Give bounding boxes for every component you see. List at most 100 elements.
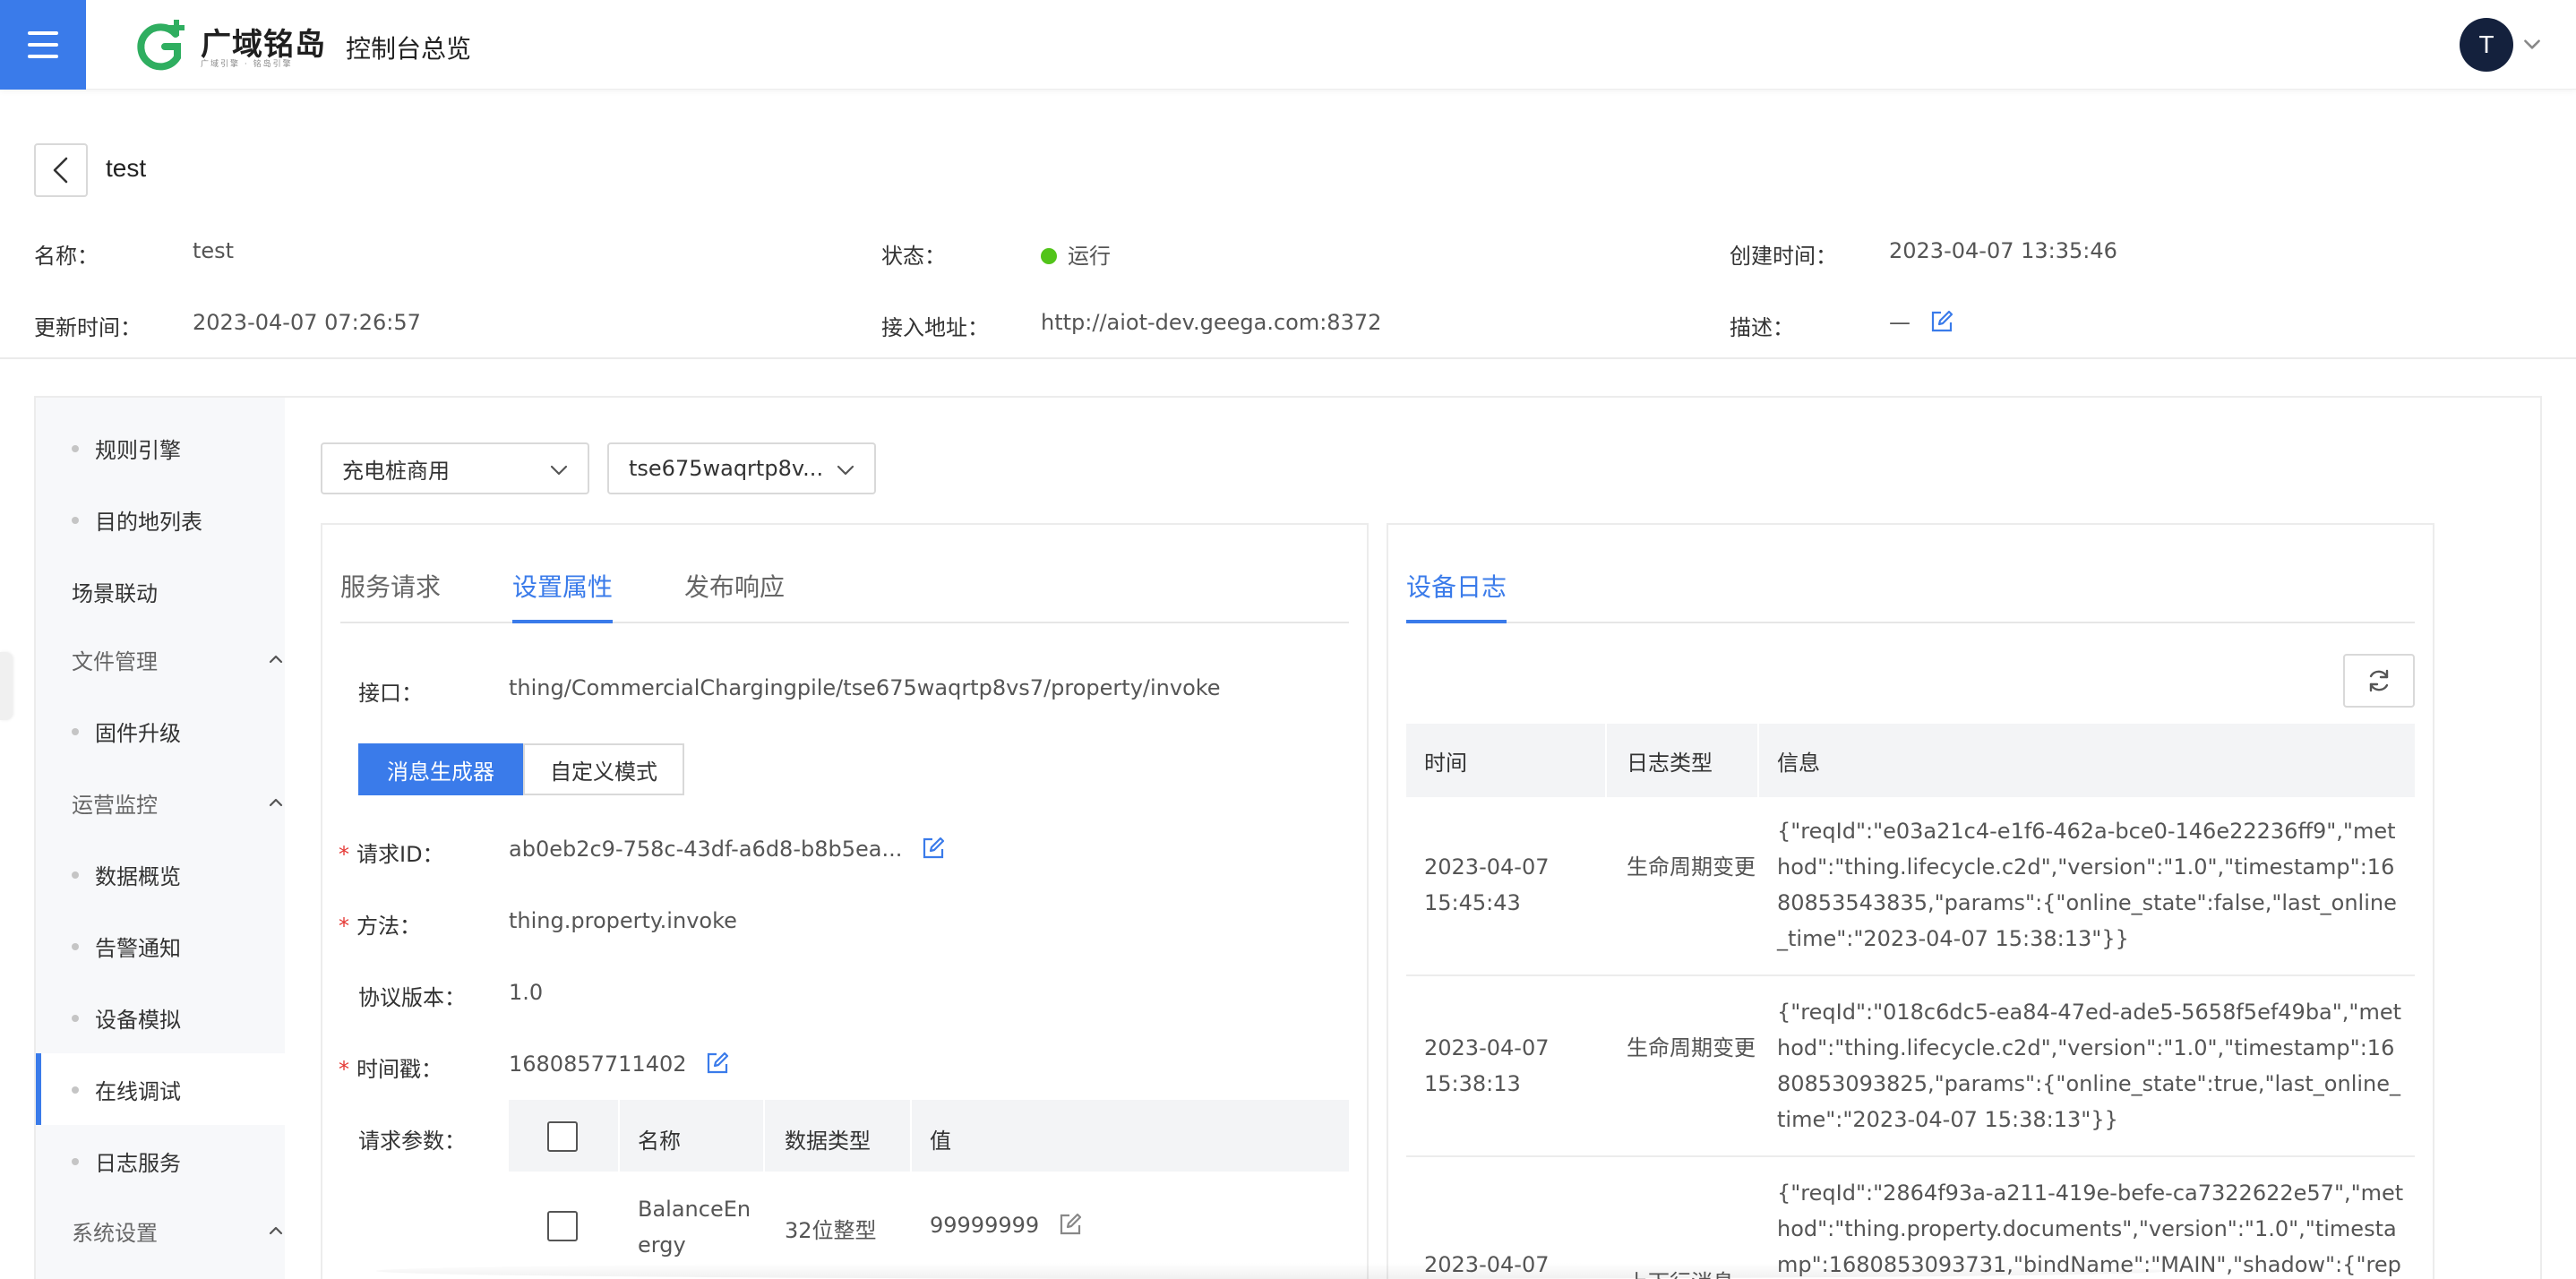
sidebar-collapse-handle[interactable] [0, 652, 13, 720]
refresh-button[interactable] [2343, 654, 2415, 708]
sidebar-item-rule-engine[interactable]: 规则引擎 [36, 412, 285, 484]
request-id-field: ab0eb2c9-758c-43df-a6d8-b8b5ea... [509, 837, 945, 862]
request-id-label: * 请求ID： [339, 837, 444, 868]
params-col-type: 数据类型 [785, 1129, 871, 1154]
row-divider [1406, 1155, 2415, 1157]
sidebar-item-label: 规则引擎 [95, 437, 181, 463]
tab-service-request[interactable]: 服务请求 [340, 568, 441, 604]
brand-logo[interactable]: 广域铭岛 广域引擎 · 铭岛引擎 [133, 18, 326, 72]
chevron-down-icon [550, 465, 568, 476]
timestamp-value: 1680857711402 [509, 1052, 687, 1077]
tab-set-property[interactable]: 设置属性 [512, 568, 613, 604]
hamburger-line [28, 43, 58, 47]
arrow-left-icon [53, 157, 68, 184]
row-checkbox[interactable] [547, 1211, 578, 1241]
sidebar-group-label: 运营监控 [72, 792, 158, 818]
brand-tagline: 广域引擎 · 铭岛引擎 [201, 60, 293, 69]
sidebar-group-ops-monitoring[interactable]: 运营监控 [36, 767, 285, 838]
method-value: thing.property.invoke [509, 908, 737, 933]
sidebar-item-device-simulation[interactable]: 设备模拟 [36, 982, 285, 1053]
device-select[interactable]: tse675waqrtp8v... [607, 442, 876, 494]
product-select-value: 充电桩商用 [342, 458, 450, 484]
back-button[interactable] [34, 143, 88, 197]
menu-toggle-button[interactable] [0, 0, 86, 90]
created-time-value: 2023-04-07 13:35:46 [1889, 238, 2117, 263]
console-title[interactable]: 控制台总览 [346, 30, 471, 65]
refresh-icon [2369, 669, 2389, 692]
required-marker: * [339, 842, 349, 867]
chevron-up-icon [269, 798, 283, 807]
sidebar-item-alarm-notification[interactable]: 告警通知 [36, 910, 285, 982]
sidebar-item-log-service[interactable]: 日志服务 [36, 1125, 285, 1197]
sidebar-item-online-debug[interactable]: 在线调试 [36, 1053, 285, 1125]
param-name: BalanceEnergy [638, 1197, 751, 1258]
created-time-label: 创建时间： [1730, 244, 1837, 269]
tab-publish-response[interactable]: 发布响应 [684, 568, 785, 604]
message-generator-button[interactable]: 消息生成器 [358, 743, 523, 795]
tabs-baseline [340, 622, 1349, 623]
column-separator [1605, 724, 1607, 797]
sidebar-group-system-settings[interactable]: 系统设置 [36, 1195, 285, 1266]
chevron-down-icon[interactable] [2520, 32, 2544, 56]
chevron-up-icon [269, 1226, 283, 1235]
custom-mode-button[interactable]: 自定义模式 [523, 743, 684, 795]
page-title: test [106, 154, 147, 182]
timestamp-field: 1680857711402 [509, 1052, 729, 1077]
address-value: http://aiot-dev.geega.com:8372 [1041, 310, 1382, 335]
select-all-checkbox[interactable] [547, 1121, 578, 1152]
sidebar-group-label: 系统设置 [72, 1220, 158, 1246]
params-col-name: 名称 [638, 1129, 681, 1154]
edit-icon[interactable] [922, 837, 945, 860]
header-divider [0, 357, 2576, 359]
avatar[interactable]: T [2460, 18, 2513, 72]
status-label: 状态： [881, 244, 946, 269]
method-label-text: 方法： [356, 914, 421, 939]
log-col-info: 信息 [1777, 751, 1820, 776]
sidebar-item-label: 目的地列表 [95, 509, 202, 535]
sidebar-item-label: 告警通知 [95, 935, 181, 961]
log-info: {"reqId":"2864f93a-a211-419e-befe-ca7322… [1777, 1180, 2404, 1277]
address-label: 接入地址： [881, 315, 989, 340]
updated-time-label: 更新时间： [34, 315, 142, 340]
method-label: * 方法： [339, 908, 421, 940]
brand-logo-icon [137, 20, 185, 71]
column-separator [763, 1100, 765, 1279]
chevron-down-icon [837, 465, 854, 476]
request-id-label-text: 请求ID： [356, 842, 444, 867]
status-value: 运行 [1068, 244, 1111, 269]
top-bar: 广域铭岛 广域引擎 · 铭岛引擎 控制台总览 T [0, 0, 2576, 90]
column-separator [910, 1100, 912, 1279]
edit-icon[interactable] [706, 1052, 729, 1075]
timestamp-label: * 时间戳： [339, 1052, 442, 1083]
sidebar-item-data-overview[interactable]: 数据概览 [36, 838, 285, 910]
status-badge: 运行 [1041, 238, 1111, 270]
product-select[interactable]: 充电桩商用 [321, 442, 589, 494]
edit-icon[interactable] [1059, 1213, 1082, 1236]
bottom-shadow [376, 1263, 2168, 1279]
param-value: 99999999 [930, 1213, 1040, 1238]
request-params-label: 请求参数： [358, 1129, 466, 1154]
protocol-version-label: 协议版本： [358, 985, 466, 1010]
sidebar-item-destination-list[interactable]: 目的地列表 [36, 484, 285, 555]
log-col-time: 时间 [1424, 751, 1467, 776]
required-marker: * [339, 1057, 349, 1082]
log-info: {"reqId":"018c6dc5-ea84-47ed-ade5-5658f5… [1777, 1000, 2402, 1132]
chevron-up-icon [269, 655, 283, 664]
sidebar-item-scene-linkage[interactable]: 场景联动 [36, 555, 285, 627]
column-separator [1757, 724, 1759, 797]
params-table-header [509, 1100, 1349, 1172]
sidebar-item-label: 设备模拟 [95, 1007, 181, 1033]
hamburger-line [28, 31, 58, 35]
request-id-value: ab0eb2c9-758c-43df-a6d8-b8b5ea... [509, 837, 903, 862]
sidebar-item-label: 日志服务 [95, 1150, 181, 1176]
sidebar-group-file-management[interactable]: 文件管理 [36, 623, 285, 695]
log-time: 2023-04-07 15:38:13 [1424, 1035, 1550, 1096]
sidebar-item-firmware-upgrade[interactable]: 固件升级 [36, 695, 285, 767]
required-marker: * [339, 914, 349, 939]
row-divider [1406, 974, 2415, 976]
tab-device-log[interactable]: 设备日志 [1406, 568, 1507, 604]
sidebar-item-label: 场景联动 [72, 580, 158, 606]
log-info: {"reqId":"e03a21c4-e1f6-462a-bce0-146e22… [1777, 819, 2397, 951]
edit-icon[interactable] [1930, 310, 1953, 333]
log-table-header [1406, 724, 2415, 797]
